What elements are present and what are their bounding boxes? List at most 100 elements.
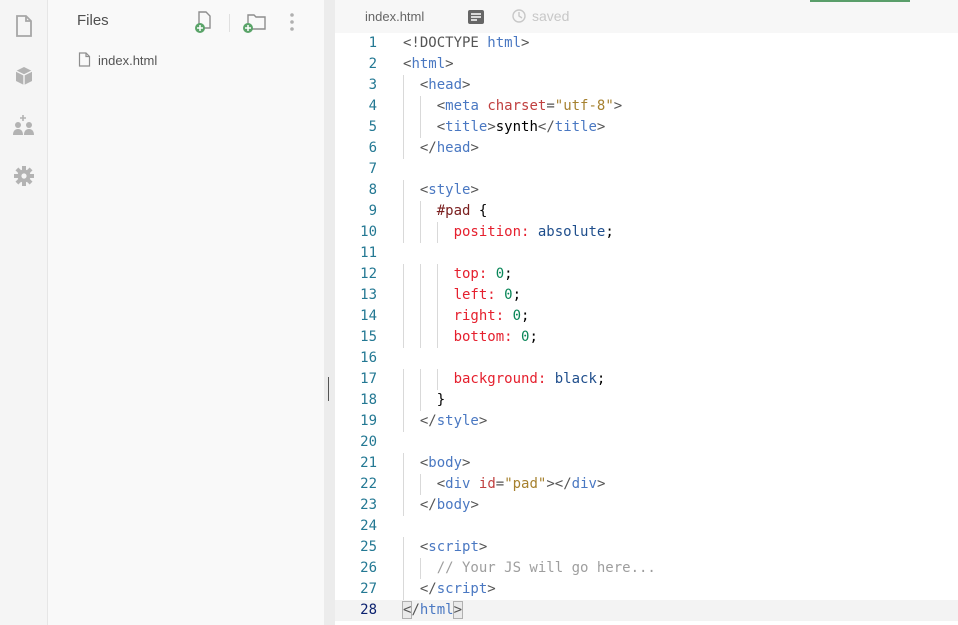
accent-bar — [810, 0, 910, 2]
code-text: position: absolute; — [453, 224, 614, 240]
line-number: 16 — [360, 350, 377, 366]
line-number: 6 — [368, 140, 377, 156]
code-line[interactable]: 14 right: 0; — [335, 306, 958, 327]
line-number: 23 — [360, 497, 377, 513]
add-file-button[interactable] — [193, 10, 217, 34]
code-line[interactable]: 27 </script> — [335, 579, 958, 600]
code-text: <head> — [419, 77, 471, 93]
code-line[interactable]: 22 <div id="pad"></div> — [335, 474, 958, 495]
code-text: #pad { — [436, 203, 488, 219]
line-number: 20 — [360, 434, 377, 450]
code-text: <!DOCTYPE html> — [403, 35, 530, 51]
line-number: 7 — [368, 161, 377, 177]
code-text: <script> — [419, 539, 488, 555]
file-icon[interactable] — [11, 13, 37, 39]
code-line[interactable]: 7 — [335, 159, 958, 180]
code-text: </html> — [401, 601, 464, 619]
line-number: 26 — [360, 560, 377, 576]
code-line[interactable]: 2 <html> — [335, 54, 958, 75]
line-number: 21 — [360, 455, 377, 471]
line-number: 3 — [368, 77, 377, 93]
line-number: 4 — [368, 98, 377, 114]
line-number: 24 — [360, 518, 377, 534]
code-line[interactable]: 17 background: black; — [335, 369, 958, 390]
code-line[interactable]: 21 <body> — [335, 453, 958, 474]
code-editor: index.html saved 1 <!DOCTYPE html> 2 <html>… — [335, 0, 958, 625]
code-text: </body> — [419, 497, 479, 513]
code-line[interactable]: 12 top: 0; — [335, 264, 958, 285]
code-text: bottom: 0; — [453, 329, 538, 345]
code-text: top: 0; — [453, 266, 513, 282]
code-text: <html> — [403, 56, 454, 72]
code-text: // Your JS will go here... — [436, 560, 656, 576]
code-line[interactable]: 28 </html> — [335, 600, 958, 621]
code-line[interactable]: 4 <meta charset="utf-8"> — [335, 96, 958, 117]
code-line[interactable]: 26 // Your JS will go here... — [335, 558, 958, 579]
code-text: <meta charset="utf-8"> — [436, 98, 623, 114]
document-button[interactable] — [467, 9, 485, 30]
code-line[interactable]: 5 <title>synth</title> — [335, 117, 958, 138]
resize-grip — [328, 377, 329, 401]
code-text: </head> — [419, 140, 479, 156]
activity-bar — [0, 0, 48, 625]
code-line[interactable]: 23 </body> — [335, 495, 958, 516]
editor-tab-bar: index.html saved — [335, 0, 958, 33]
gear-icon[interactable] — [11, 163, 37, 189]
line-number: 1 — [368, 35, 377, 51]
code-line[interactable]: 6 </head> — [335, 138, 958, 159]
code-text: </style> — [419, 413, 488, 429]
line-number: 10 — [360, 224, 377, 240]
code-text: <body> — [419, 455, 471, 471]
line-number: 22 — [360, 476, 377, 492]
line-number: 18 — [360, 392, 377, 408]
more-options-button[interactable] — [282, 10, 302, 34]
add-folder-icon — [243, 14, 266, 33]
code-text: } — [436, 392, 446, 408]
line-number: 15 — [360, 329, 377, 345]
code-line[interactable]: 3 <head> — [335, 75, 958, 96]
line-number: 13 — [360, 287, 377, 303]
header-divider — [229, 14, 230, 32]
code-text: <div id="pad"></div> — [436, 476, 606, 492]
code-area[interactable]: 1 <!DOCTYPE html> 2 <html> 3 <head> 4 <meta c… — [335, 33, 958, 625]
file-icon — [78, 52, 91, 67]
code-line[interactable]: 1 <!DOCTYPE html> — [335, 33, 958, 54]
code-line[interactable]: 11 — [335, 243, 958, 264]
code-line[interactable]: 25 <script> — [335, 537, 958, 558]
line-number: 12 — [360, 266, 377, 282]
add-folder-button[interactable] — [240, 10, 270, 34]
add-users-icon[interactable] — [11, 113, 37, 139]
line-number: 25 — [360, 539, 377, 555]
code-line[interactable]: 13 left: 0; — [335, 285, 958, 306]
code-line[interactable]: 10 position: absolute; — [335, 222, 958, 243]
file-item[interactable]: index.html — [48, 49, 324, 73]
code-line[interactable]: 15 bottom: 0; — [335, 327, 958, 348]
line-number: 5 — [368, 119, 377, 135]
code-line[interactable]: 16 — [335, 348, 958, 369]
code-line[interactable]: 20 — [335, 432, 958, 453]
line-number: 2 — [368, 56, 377, 72]
files-panel: Files index.html — [48, 0, 324, 625]
history-icon — [512, 9, 526, 23]
line-number: 14 — [360, 308, 377, 324]
files-title: Files — [77, 12, 109, 29]
add-file-icon — [195, 11, 211, 33]
tab-label: index.html — [365, 9, 425, 24]
code-line[interactable]: 24 — [335, 516, 958, 537]
line-number: 11 — [360, 245, 377, 261]
code-text: </script> — [419, 581, 496, 597]
code-line[interactable]: 8 <style> — [335, 180, 958, 201]
line-number: 9 — [368, 203, 377, 219]
panel-resize-handle[interactable] — [324, 0, 335, 625]
code-line[interactable]: 9 #pad { — [335, 201, 958, 222]
code-text: left: 0; — [453, 287, 522, 303]
line-number: 19 — [360, 413, 377, 429]
code-text: <style> — [419, 182, 479, 198]
line-number: 27 — [360, 581, 377, 597]
code-line[interactable]: 18 } — [335, 390, 958, 411]
code-line[interactable]: 19 </style> — [335, 411, 958, 432]
line-number: 8 — [368, 182, 377, 198]
tab-index-html[interactable]: index.html — [335, 0, 458, 33]
package-icon[interactable] — [11, 63, 37, 89]
save-status-text: saved — [532, 8, 570, 24]
